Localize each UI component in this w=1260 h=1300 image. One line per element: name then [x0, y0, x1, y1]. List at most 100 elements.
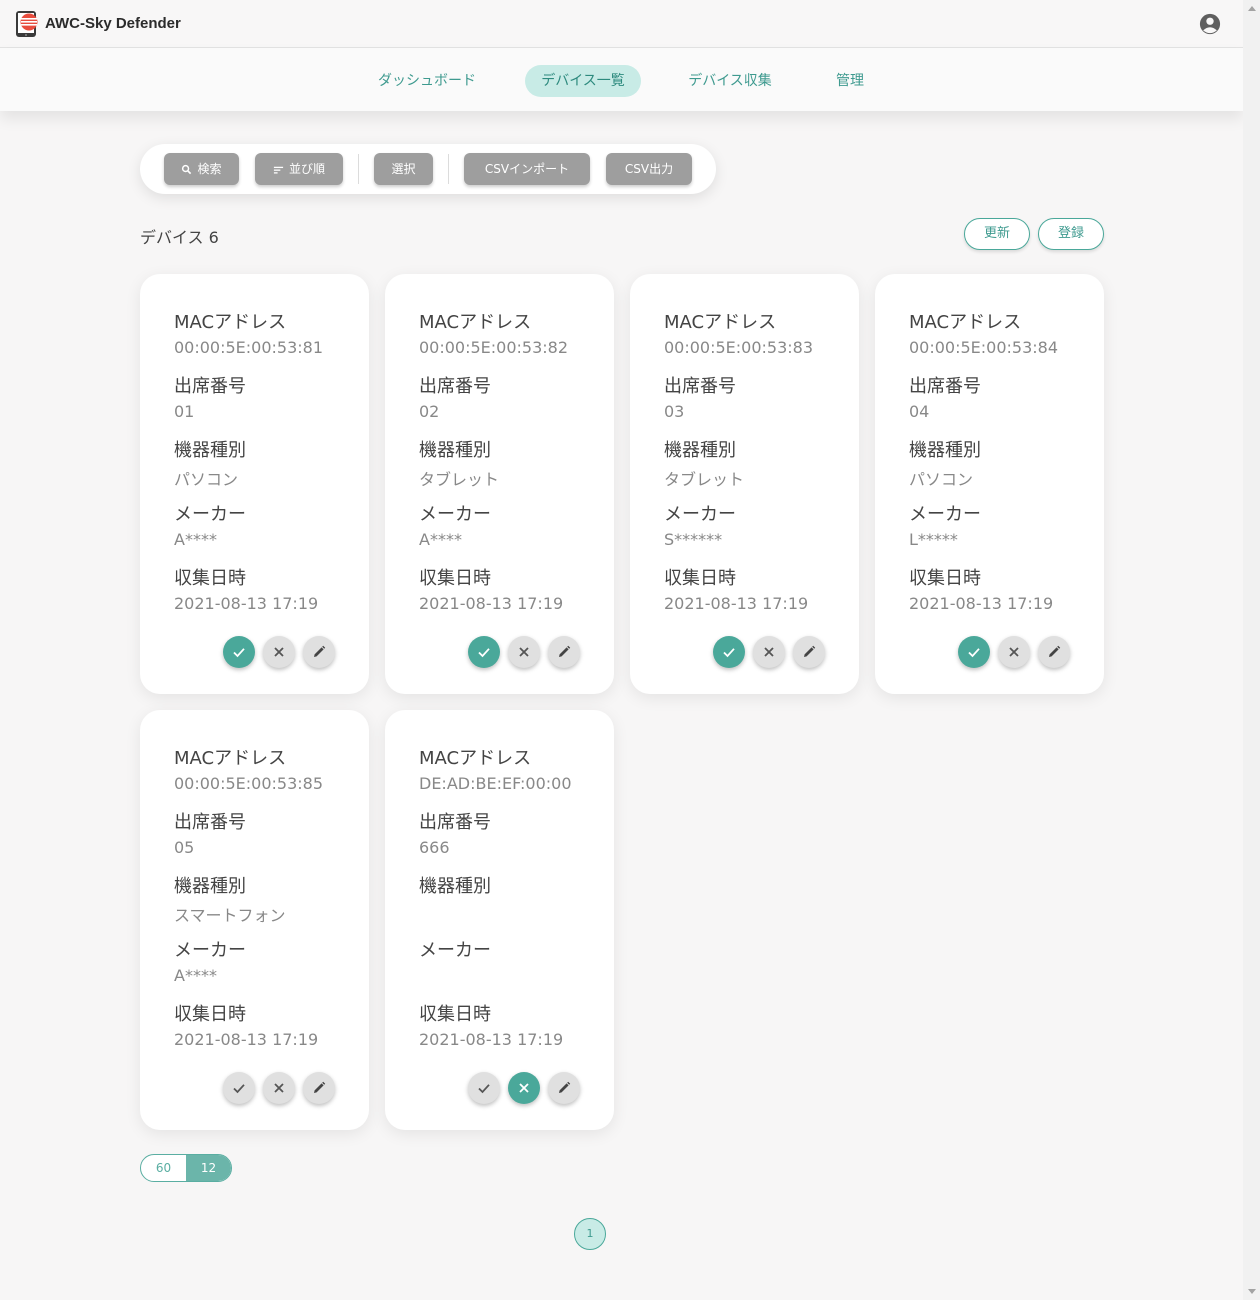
field-value-seat: 05 — [174, 838, 195, 857]
field-value-mac: 00:00:5E:00:53:82 — [419, 338, 569, 357]
field-label-collected: 収集日時 — [664, 568, 736, 589]
field-value-type: タブレット — [664, 470, 745, 489]
field-label-seat: 出席番号 — [909, 376, 981, 397]
csv-export-button[interactable]: CSV出力 — [606, 153, 692, 185]
per-page-option-60[interactable]: 60 — [141, 1155, 186, 1181]
tab-device-list[interactable]: デバイス一覧 — [525, 65, 641, 97]
approve-button[interactable] — [468, 636, 500, 668]
search-icon — [182, 164, 192, 174]
close-icon — [274, 647, 284, 657]
sort-icon — [273, 166, 284, 174]
edit-icon — [1049, 645, 1061, 657]
field-value-type: タブレット — [419, 470, 500, 489]
tab-admin[interactable]: 管理 — [822, 65, 878, 97]
device-card: MACアドレス 00:00:5E:00:53:84 出席番号 04 機器種別 パソコン メー… — [875, 274, 1104, 694]
account-circle-icon[interactable] — [1199, 13, 1221, 35]
device-card: MACアドレス 00:00:5E:00:53:81 出席番号 01 機器種別 パソコン メー… — [140, 274, 369, 694]
field-value-seat: 04 — [909, 402, 930, 421]
approve-button[interactable] — [468, 1072, 500, 1104]
tablet-shield-icon — [16, 11, 38, 37]
refresh-button[interactable]: 更新 — [964, 218, 1030, 250]
field-value-maker: A**** — [174, 966, 217, 985]
approve-button[interactable] — [223, 636, 255, 668]
toolbar-divider — [448, 154, 449, 184]
card-actions — [468, 1072, 598, 1104]
check-icon — [478, 1084, 490, 1094]
edit-icon — [559, 1081, 571, 1093]
search-button[interactable]: 検索 — [164, 153, 239, 185]
field-label-seat: 出席番号 — [664, 376, 736, 397]
field-value-collected: 2021-08-13 17:19 — [174, 1030, 319, 1049]
edit-button[interactable] — [303, 636, 335, 668]
tab-device-collection[interactable]: デバイス収集 — [675, 65, 785, 97]
field-value-maker: A**** — [174, 530, 217, 549]
field-label-type: 機器種別 — [664, 440, 736, 461]
approve-button[interactable] — [223, 1072, 255, 1104]
field-label-mac: MACアドレス — [664, 312, 777, 333]
field-label-maker: メーカー — [664, 504, 736, 525]
reject-button[interactable] — [998, 636, 1030, 668]
per-page-option-12[interactable]: 12 — [186, 1155, 231, 1181]
approve-button[interactable] — [713, 636, 745, 668]
app-title: AWC-Sky Defender — [45, 15, 181, 32]
reject-button[interactable] — [508, 636, 540, 668]
field-label-mac: MACアドレス — [174, 312, 287, 333]
field-value-maker: S****** — [664, 530, 723, 549]
field-value-mac: 00:00:5E:00:53:84 — [909, 338, 1059, 357]
reject-button[interactable] — [753, 636, 785, 668]
field-label-mac: MACアドレス — [419, 748, 532, 769]
card-actions — [713, 636, 843, 668]
device-card: MACアドレス DE:AD:BE:EF:00:00 出席番号 666 機器種別 メーカー収… — [385, 710, 614, 1130]
edit-button[interactable] — [793, 636, 825, 668]
edit-button[interactable] — [303, 1072, 335, 1104]
card-actions — [958, 636, 1088, 668]
field-label-maker: メーカー — [174, 504, 246, 525]
vertical-scrollbar[interactable] — [1243, 0, 1260, 1300]
field-label-seat: 出席番号 — [419, 812, 491, 833]
edit-button[interactable] — [548, 1072, 580, 1104]
field-value-seat: 666 — [419, 838, 450, 857]
field-label-seat: 出席番号 — [174, 812, 246, 833]
search-button-label: 検索 — [197, 162, 222, 176]
close-icon — [274, 1083, 284, 1093]
edit-icon — [804, 645, 816, 657]
tab-dashboard[interactable]: ダッシュボード — [366, 65, 488, 97]
check-icon — [478, 648, 490, 658]
field-label-mac: MACアドレス — [419, 312, 532, 333]
edit-button[interactable] — [548, 636, 580, 668]
reject-button[interactable] — [508, 1072, 540, 1104]
scroll-up-arrow[interactable] — [1243, 0, 1260, 17]
field-value-maker: A**** — [419, 530, 462, 549]
field-value-collected: 2021-08-13 17:19 — [419, 1030, 564, 1049]
edit-button[interactable] — [1038, 636, 1070, 668]
field-label-mac: MACアドレス — [909, 312, 1022, 333]
field-label-type: 機器種別 — [909, 440, 981, 461]
field-value-mac: 00:00:5E:00:53:85 — [174, 774, 324, 793]
field-label-seat: 出席番号 — [419, 376, 491, 397]
field-value-seat: 01 — [174, 402, 195, 421]
card-actions — [223, 636, 353, 668]
reject-button[interactable] — [263, 636, 295, 668]
field-label-maker: メーカー — [419, 504, 491, 525]
csv-import-button[interactable]: CSVインポート — [464, 153, 590, 185]
register-button[interactable]: 登録 — [1038, 218, 1104, 250]
reject-button[interactable] — [263, 1072, 295, 1104]
toolbar-divider — [358, 154, 359, 184]
check-icon — [968, 648, 980, 658]
field-value-collected: 2021-08-13 17:19 — [419, 594, 564, 613]
field-label-type: 機器種別 — [174, 876, 246, 897]
nav-bar: ダッシュボード デバイス一覧 デバイス収集 管理 — [0, 48, 1243, 111]
approve-button[interactable] — [958, 636, 990, 668]
sort-button-label: 並び順 — [288, 162, 325, 176]
field-value-seat: 03 — [664, 402, 685, 421]
field-label-mac: MACアドレス — [174, 748, 287, 769]
select-button[interactable]: 選択 — [374, 153, 433, 185]
page-button-current[interactable]: 1 — [574, 1218, 606, 1250]
scroll-down-arrow[interactable] — [1243, 1283, 1260, 1300]
close-icon — [1009, 647, 1019, 657]
device-card: MACアドレス 00:00:5E:00:53:82 出席番号 02 機器種別 タブレットメ… — [385, 274, 614, 694]
field-value-collected: 2021-08-13 17:19 — [174, 594, 319, 613]
field-label-maker: メーカー — [909, 504, 981, 525]
field-label-collected: 収集日時 — [174, 568, 246, 589]
sort-button[interactable]: 並び順 — [255, 153, 343, 185]
